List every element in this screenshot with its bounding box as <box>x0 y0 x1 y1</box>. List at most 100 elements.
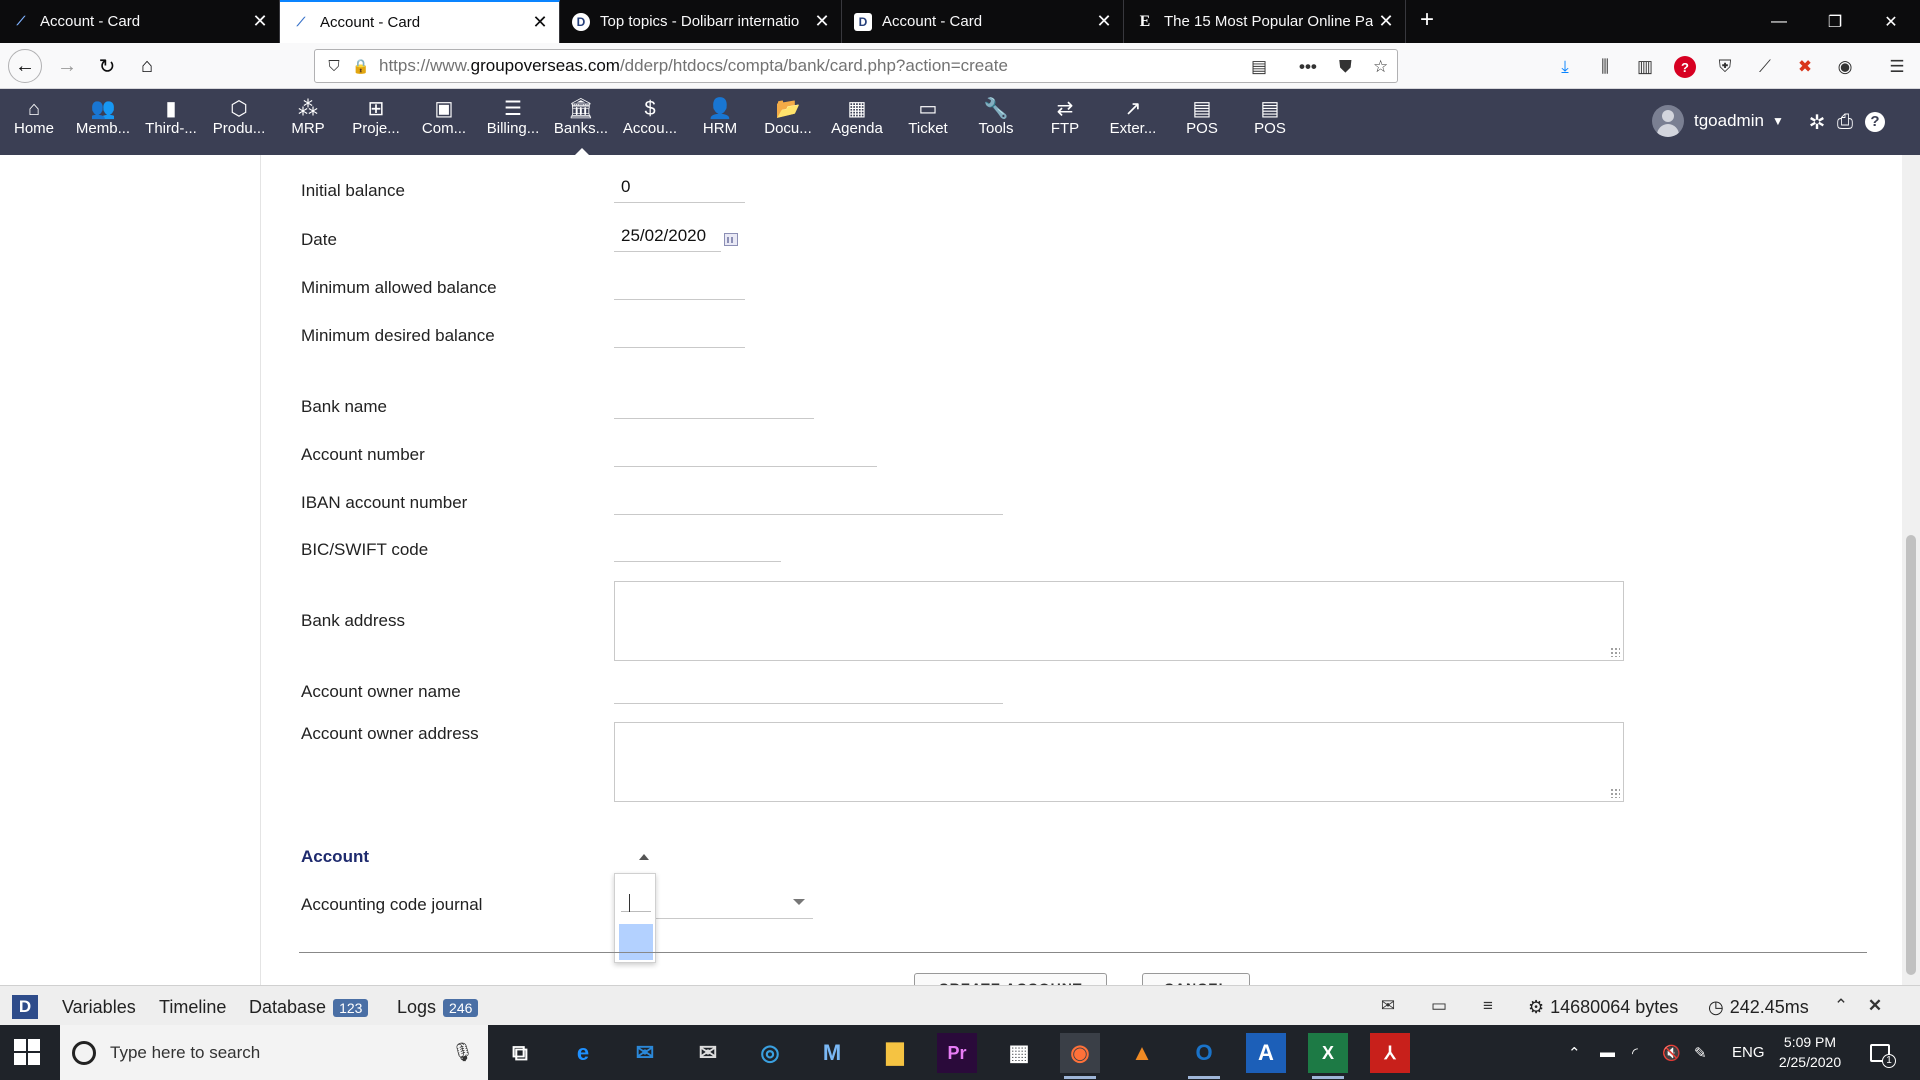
acrobat-icon[interactable]: ⅄ <box>1370 1033 1410 1073</box>
envelope-icon[interactable]: ✉ <box>1377 996 1399 1016</box>
pocket-icon[interactable]: ⛊ <box>1339 50 1352 84</box>
padlock-icon[interactable]: 🔒 <box>349 58 373 75</box>
bic-swift-input[interactable] <box>614 530 781 562</box>
debug-tab-timeline[interactable]: Timeline <box>159 997 226 1018</box>
bank-name-input[interactable] <box>614 387 814 419</box>
tools-extension-icon[interactable]: ✖ <box>1794 56 1816 78</box>
menu-external-sites[interactable]: ↗ Exter... <box>1099 89 1167 155</box>
outlook-icon[interactable]: O <box>1184 1033 1224 1079</box>
file-explorer-icon[interactable]: ▇ <box>875 1033 915 1073</box>
iban-input[interactable] <box>614 483 1003 515</box>
menu-home[interactable]: ⌂ Home <box>0 89 68 155</box>
hamburger-menu-icon[interactable]: ☰ <box>1886 56 1908 78</box>
home-button[interactable]: ⌂ <box>130 50 164 82</box>
show-hidden-icons[interactable]: ⌃ <box>1568 1025 1581 1080</box>
downloads-icon[interactable]: ⤓ <box>1554 56 1576 78</box>
menu-pos-2[interactable]: ▤ POS <box>1236 89 1304 155</box>
menu-accounting[interactable]: $ Accou... <box>616 89 684 155</box>
close-tab-icon[interactable]: ✕ <box>247 9 273 35</box>
firefox-icon[interactable]: ◉ <box>1060 1033 1100 1079</box>
menu-mrp[interactable]: ⁂ MRP <box>274 89 342 155</box>
account-owner-name-input[interactable] <box>614 672 1003 704</box>
bookmark-star-icon[interactable]: ☆ <box>1373 50 1388 84</box>
cancel-button[interactable]: CANCEL <box>1142 973 1250 985</box>
page-scrollbar[interactable] <box>1902 155 1920 985</box>
collapse-arrow-icon[interactable] <box>639 854 649 860</box>
taskbar-search[interactable]: Type here to search 🎙 <box>60 1025 488 1080</box>
close-tab-icon[interactable]: ✕ <box>1373 9 1399 35</box>
scrollbar-thumb[interactable] <box>1906 535 1916 975</box>
menu-ticket[interactable]: ▭ Ticket <box>894 89 962 155</box>
debug-tab-logs[interactable]: Logs 246 <box>397 997 479 1018</box>
premiere-icon[interactable]: Pr <box>937 1033 977 1073</box>
reload-button[interactable]: ↻ <box>90 50 124 82</box>
close-debugbar-icon[interactable]: ✕ <box>1864 996 1886 1016</box>
store-icon[interactable]: ▦ <box>999 1033 1039 1073</box>
min-desired-balance-input[interactable] <box>614 316 745 348</box>
account-number-input[interactable] <box>614 435 877 467</box>
date-input[interactable] <box>614 220 721 252</box>
page-actions-icon[interactable]: ••• <box>1299 50 1317 84</box>
pen-icon[interactable]: ✎ <box>1694 1025 1707 1080</box>
close-tab-icon[interactable]: ✕ <box>1091 9 1117 35</box>
menu-banks[interactable]: 🏛 Banks... <box>547 89 615 155</box>
help-icon[interactable]: ? <box>1862 109 1888 135</box>
input-language[interactable]: ENG <box>1732 1025 1765 1080</box>
account-icon[interactable]: ◉ <box>1834 56 1856 78</box>
font-app-icon[interactable]: A <box>1246 1033 1286 1073</box>
close-tab-icon[interactable]: ✕ <box>527 10 553 36</box>
min-allowed-balance-input[interactable] <box>614 268 745 300</box>
menu-agenda[interactable]: ▦ Agenda <box>823 89 891 155</box>
account-owner-address-textarea[interactable] <box>614 722 1624 802</box>
resize-grip-icon[interactable] <box>1610 788 1620 798</box>
reader-view-icon[interactable]: ▤ <box>1251 50 1267 84</box>
dropdown-search-input[interactable] <box>621 882 651 912</box>
bank-address-textarea[interactable] <box>614 581 1624 661</box>
microphone-icon[interactable]: 🎙 <box>451 1042 474 1063</box>
back-button[interactable]: ← <box>8 49 42 83</box>
battery-icon[interactable]: ▬ <box>1600 1025 1615 1080</box>
restore-button[interactable]: ❐ <box>1806 0 1864 43</box>
notification-center-icon[interactable]: 1 <box>1870 1025 1896 1080</box>
minimize-button[interactable]: — <box>1750 0 1808 43</box>
user-menu[interactable]: tgoadmin ▼ <box>1652 103 1784 139</box>
debug-tab-variables[interactable]: Variables <box>62 997 136 1018</box>
url-text[interactable]: https://www.groupoverseas.com/dderp/htdo… <box>379 56 1008 76</box>
menu-pos-1[interactable]: ▤ POS <box>1168 89 1236 155</box>
resize-grip-icon[interactable] <box>1610 647 1620 657</box>
search-app-icon[interactable]: ◎ <box>750 1033 790 1073</box>
forward-button[interactable]: → <box>50 50 84 82</box>
eyedropper-icon[interactable]: ⟋ <box>1754 56 1776 78</box>
close-tab-icon[interactable]: ✕ <box>809 9 835 35</box>
menu-projects[interactable]: ⊞ Proje... <box>342 89 410 155</box>
menu-third-parties[interactable]: ▮ Third-... <box>137 89 205 155</box>
menu-products[interactable]: ⬡ Produ... <box>205 89 273 155</box>
new-tab-button[interactable]: + <box>1412 6 1442 36</box>
video-editor-icon[interactable]: M <box>812 1033 852 1073</box>
wifi-icon[interactable]: ◜ <box>1632 1025 1638 1080</box>
create-account-button[interactable]: CREATE ACCOUNT <box>914 973 1107 985</box>
maximize-debugbar-icon[interactable]: ⌃ <box>1830 996 1852 1016</box>
debug-tab-database[interactable]: Database 123 <box>249 997 369 1018</box>
monitor-icon[interactable]: ▭ <box>1428 996 1450 1016</box>
email-client-icon[interactable]: ✉ <box>688 1033 728 1073</box>
menu-commercial[interactable]: ▣ Com... <box>410 89 478 155</box>
library-icon[interactable]: ⫼ <box>1594 56 1616 78</box>
browser-tab-2[interactable]: ⟋ Account - Card ✕ <box>280 0 560 43</box>
menu-hrm[interactable]: 👤 HRM <box>686 89 754 155</box>
tracking-shield-icon[interactable]: ⛉ <box>319 58 349 75</box>
mail-icon[interactable]: ✉ <box>625 1033 665 1073</box>
url-bar[interactable]: ⛉ 🔒 https://www.groupoverseas.com/dderp/… <box>314 49 1398 83</box>
browser-tab-3[interactable]: D Top topics - Dolibarr internatio ✕ <box>560 0 842 43</box>
menu-billing[interactable]: ☰ Billing... <box>479 89 547 155</box>
calendar-picker-icon[interactable] <box>724 233 738 246</box>
initial-balance-input[interactable] <box>614 171 745 203</box>
ublock-icon[interactable]: ⛨ <box>1714 56 1736 78</box>
browser-tab-1[interactable]: ⟋ Account - Card ✕ <box>0 0 280 43</box>
menu-tools[interactable]: 🔧 Tools <box>962 89 1030 155</box>
browser-tab-4[interactable]: D Account - Card ✕ <box>842 0 1124 43</box>
system-clock[interactable]: 5:09 PM 2/25/2020 <box>1770 1032 1850 1072</box>
vlc-icon[interactable]: ▲ <box>1122 1033 1162 1073</box>
menu-ftp[interactable]: ⇄ FTP <box>1031 89 1099 155</box>
edge-icon[interactable]: e <box>563 1033 603 1073</box>
